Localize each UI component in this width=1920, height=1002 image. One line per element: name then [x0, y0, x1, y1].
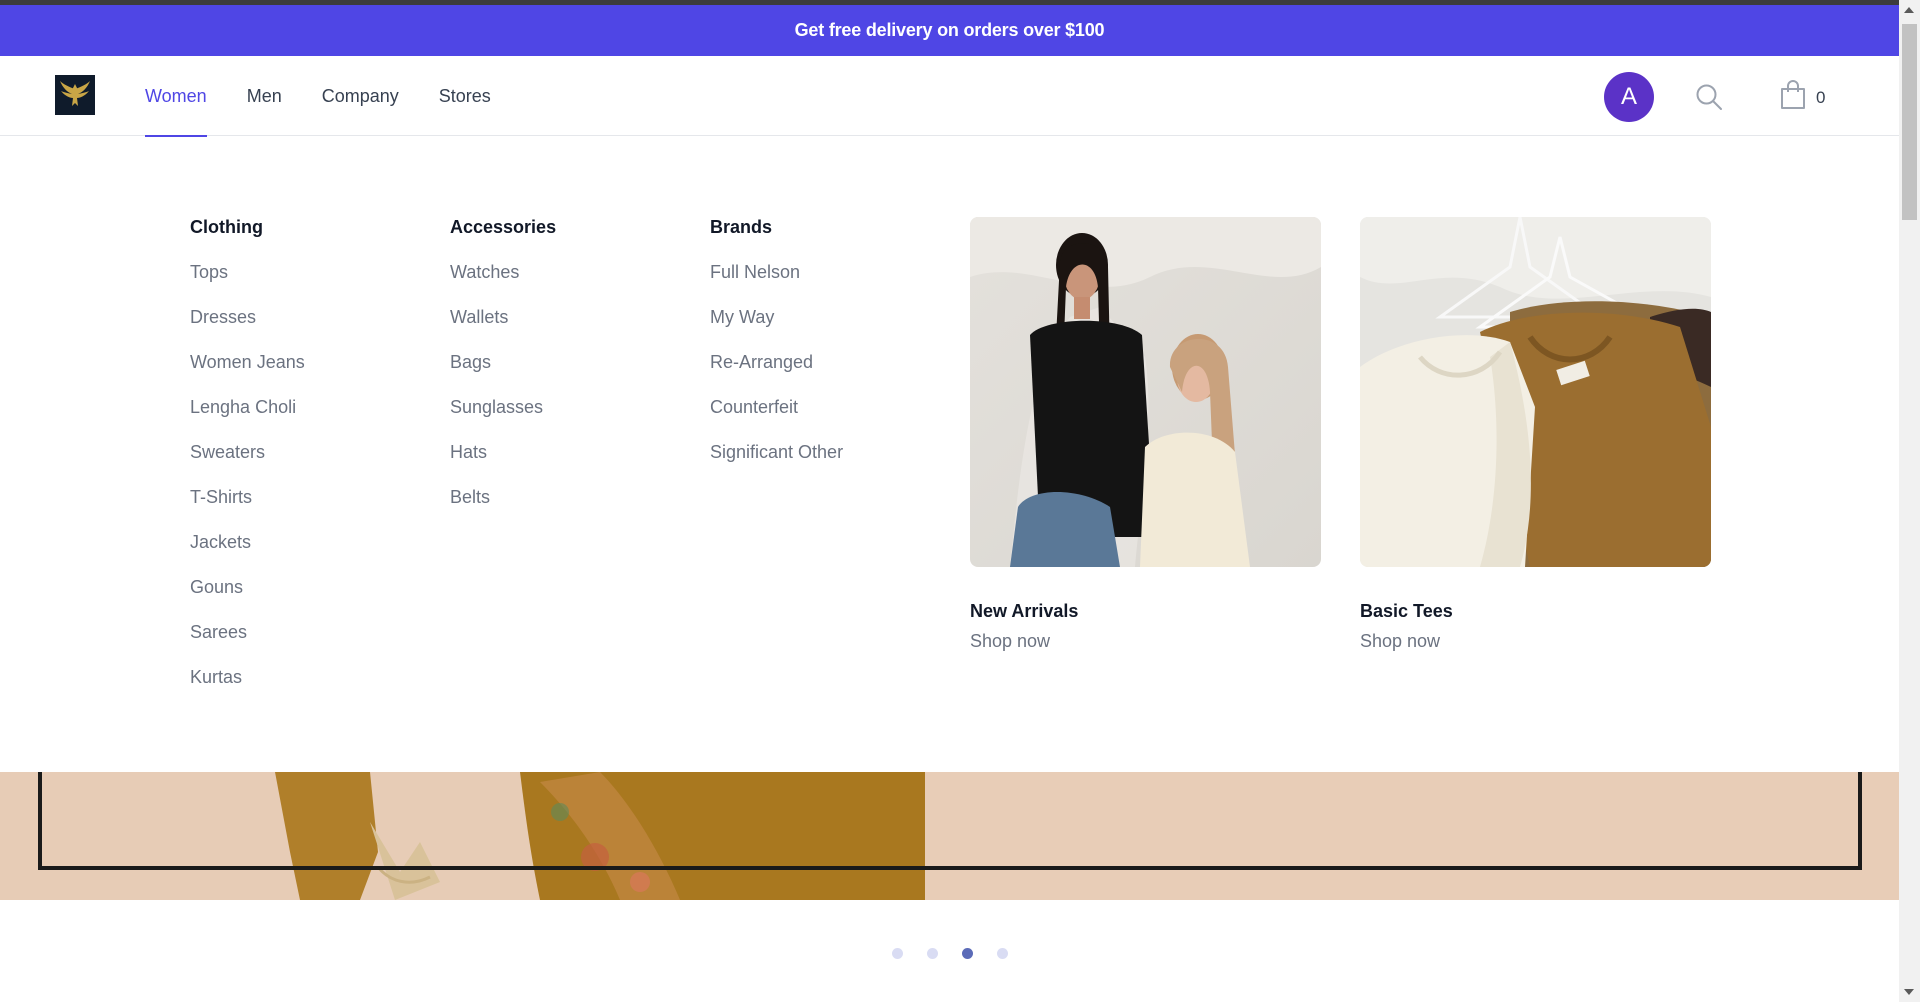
main-nav: Women Men Company Stores	[145, 56, 531, 137]
menu-link-women-jeans[interactable]: Women Jeans	[190, 352, 305, 397]
menu-link-significant-other[interactable]: Significant Other	[710, 442, 843, 487]
hero-banner	[0, 772, 1899, 900]
carousel-dot[interactable]	[891, 948, 903, 959]
scroll-up-icon[interactable]	[1904, 7, 1914, 13]
featured-title: New Arrivals	[970, 601, 1079, 621]
menu-link-sweaters[interactable]: Sweaters	[190, 442, 305, 487]
column-title-clothing: Clothing	[190, 217, 263, 237]
menu-link-wallets[interactable]: Wallets	[450, 307, 556, 352]
shopping-bag-icon	[1780, 80, 1806, 115]
basic-tees-image[interactable]	[1360, 217, 1711, 567]
menu-link-bags[interactable]: Bags	[450, 352, 556, 397]
site-header: Women Men Company Stores A 0	[0, 56, 1899, 137]
menu-link-sarees[interactable]: Sarees	[190, 622, 305, 667]
menu-column-accessories: Accessories Watches Wallets Bags Sunglas…	[450, 217, 556, 532]
scroll-thumb[interactable]	[1902, 24, 1917, 220]
menu-link-lengha-choli[interactable]: Lengha Choli	[190, 397, 305, 442]
menu-column-brands: Brands Full Nelson My Way Re-Arranged Co…	[710, 217, 843, 487]
nav-item-stores[interactable]: Stores	[439, 56, 491, 136]
page-scrollbar[interactable]	[1899, 0, 1920, 1002]
shop-now-link[interactable]: Shop now	[970, 631, 1321, 652]
cart-button[interactable]: 0	[1780, 80, 1825, 115]
carousel-dots	[0, 948, 1899, 959]
menu-link-counterfeit[interactable]: Counterfeit	[710, 397, 843, 442]
promo-bar: Get free delivery on orders over $100	[0, 5, 1899, 56]
featured-title: Basic Tees	[1360, 601, 1453, 621]
carousel-dot-active[interactable]	[961, 948, 973, 959]
menu-link-watches[interactable]: Watches	[450, 262, 556, 307]
eagle-logo-icon[interactable]	[55, 75, 95, 115]
menu-link-belts[interactable]: Belts	[450, 487, 556, 532]
nav-item-men[interactable]: Men	[247, 56, 282, 136]
new-arrivals-image[interactable]	[970, 217, 1321, 567]
featured-new-arrivals[interactable]: New Arrivals Shop now	[970, 217, 1321, 652]
user-avatar[interactable]: A	[1604, 72, 1654, 122]
shop-now-link[interactable]: Shop now	[1360, 631, 1711, 652]
women-mega-menu: Clothing Tops Dresses Women Jeans Lengha…	[0, 137, 1899, 772]
menu-link-my-way[interactable]: My Way	[710, 307, 843, 352]
column-title-brands: Brands	[710, 217, 773, 237]
menu-link-kurtas[interactable]: Kurtas	[190, 667, 305, 712]
menu-link-full-nelson[interactable]: Full Nelson	[710, 262, 843, 307]
search-icon[interactable]	[1694, 82, 1724, 112]
menu-link-t-shirts[interactable]: T-Shirts	[190, 487, 305, 532]
nav-item-women[interactable]: Women	[145, 56, 207, 137]
featured-basic-tees[interactable]: Basic Tees Shop now	[1360, 217, 1711, 652]
promo-text: Get free delivery on orders over $100	[794, 20, 1105, 40]
column-title-accessories: Accessories	[450, 217, 557, 237]
cart-count: 0	[1816, 87, 1826, 107]
menu-link-tops[interactable]: Tops	[190, 262, 305, 307]
menu-link-jackets[interactable]: Jackets	[190, 532, 305, 577]
menu-link-hats[interactable]: Hats	[450, 442, 556, 487]
menu-link-sunglasses[interactable]: Sunglasses	[450, 397, 556, 442]
menu-link-dresses[interactable]: Dresses	[190, 307, 305, 352]
menu-link-gouns[interactable]: Gouns	[190, 577, 305, 622]
carousel-dot[interactable]	[996, 948, 1008, 959]
carousel-dot[interactable]	[926, 948, 938, 959]
scroll-down-icon[interactable]	[1904, 989, 1914, 995]
menu-column-clothing: Clothing Tops Dresses Women Jeans Lengha…	[190, 217, 305, 712]
menu-link-re-arranged[interactable]: Re-Arranged	[710, 352, 843, 397]
nav-item-company[interactable]: Company	[322, 56, 399, 136]
hero-frame	[38, 772, 1862, 870]
